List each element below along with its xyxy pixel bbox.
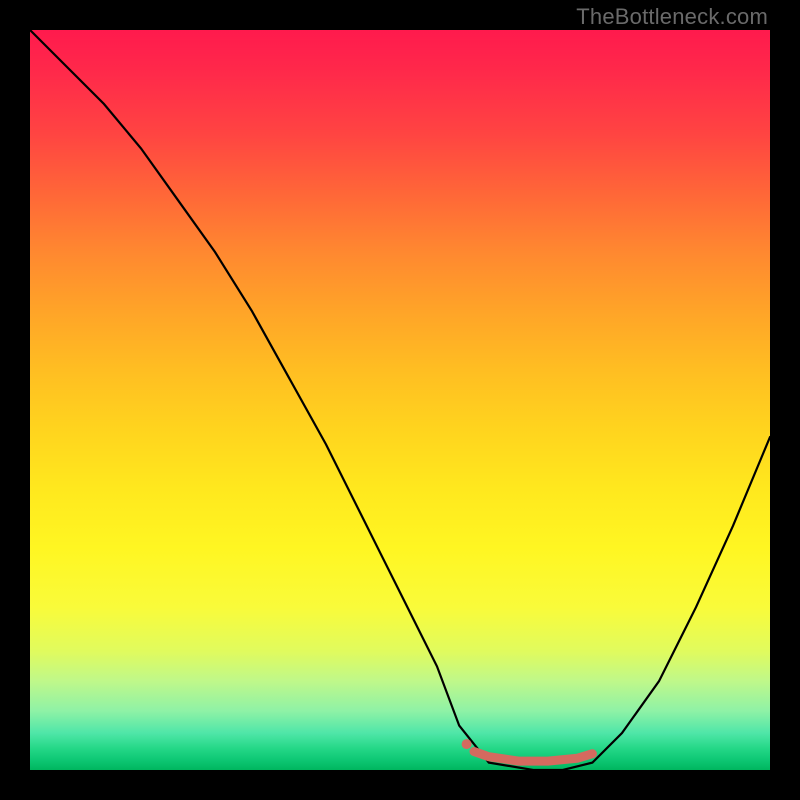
watermark-text: TheBottleneck.com	[576, 4, 768, 30]
bottleneck-curve-path	[30, 30, 770, 770]
curve-svg	[30, 30, 770, 770]
marker-dot	[462, 739, 472, 749]
plot-area	[30, 30, 770, 770]
marker-band-path	[474, 752, 592, 762]
chart-frame: TheBottleneck.com	[0, 0, 800, 800]
